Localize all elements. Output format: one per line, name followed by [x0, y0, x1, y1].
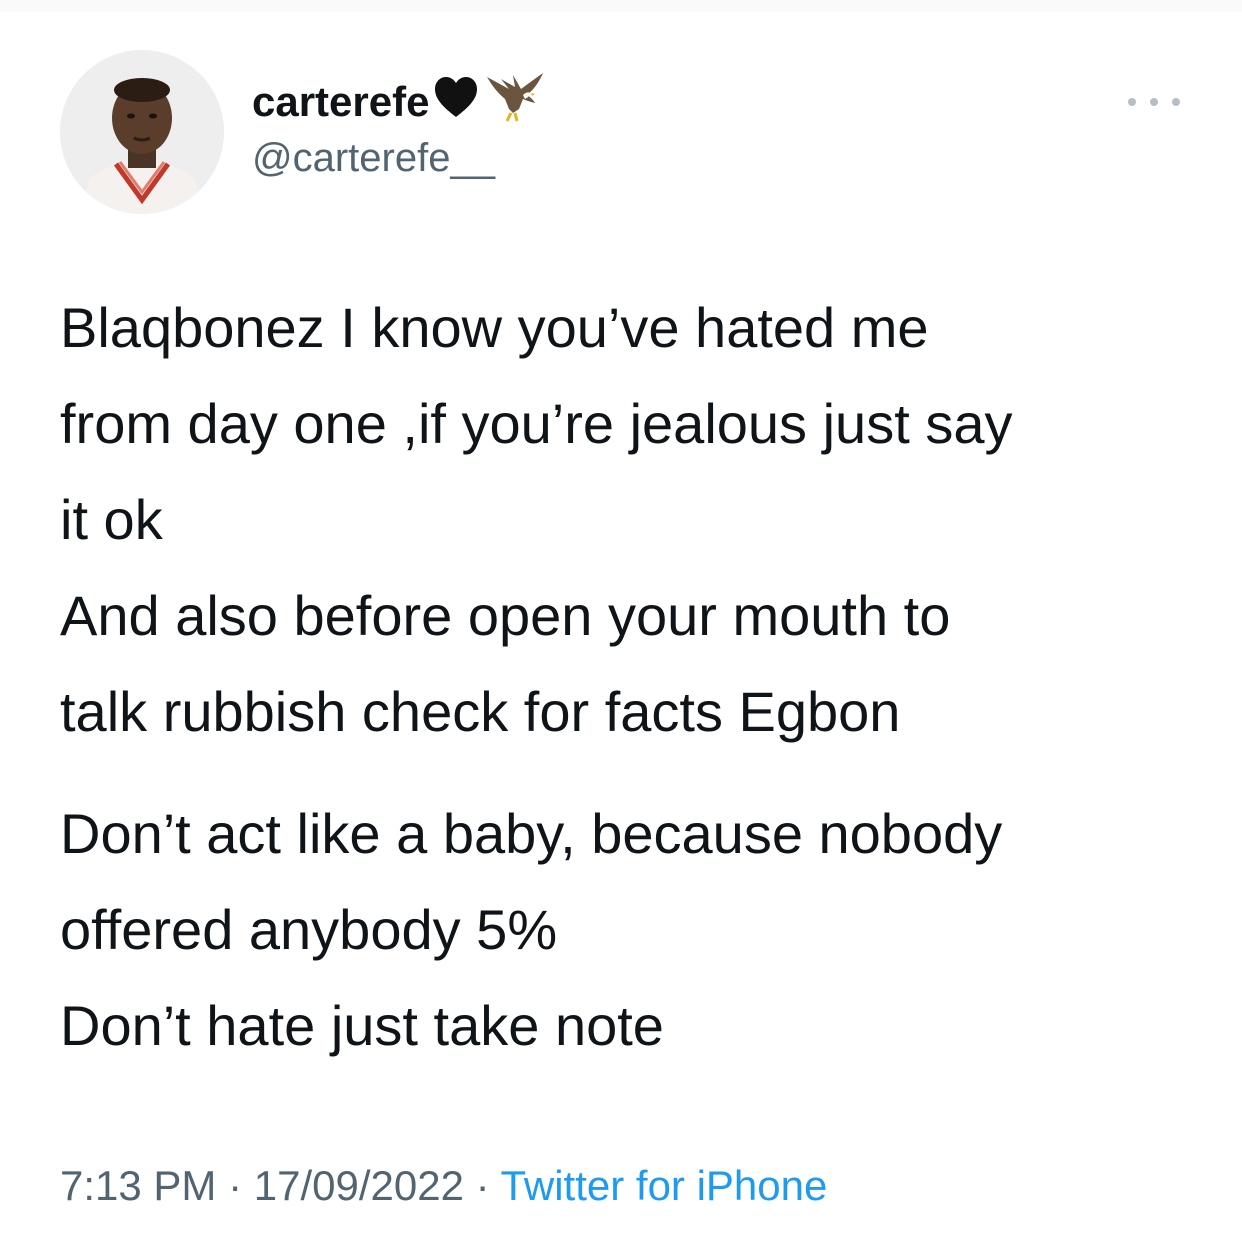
- profile-photo-icon: [60, 50, 224, 214]
- tweet-text: Blaqbonez I know you’ve hated me from da…: [60, 280, 1200, 1074]
- tweet-line: Blaqbonez I know you’ve hated me: [60, 296, 929, 359]
- more-dot: [1150, 98, 1158, 106]
- tweet-line: from day one ,if you’re jealous just say: [60, 392, 1013, 455]
- tweet-line: offered anybody 5%: [60, 898, 558, 961]
- tweet-line: And also before open your mouth to: [60, 584, 951, 647]
- top-strip: [0, 0, 1242, 12]
- meta-separator: ·: [463, 1162, 501, 1209]
- tweet-line: talk rubbish check for facts Egbon: [60, 680, 901, 743]
- tweet-meta: 7:13 PM · 17/09/2022 · Twitter for iPhon…: [60, 1156, 827, 1216]
- more-dot: [1172, 98, 1180, 106]
- author-display-name[interactable]: carterefe: [252, 73, 547, 130]
- ellipsis-icon[interactable]: [1128, 92, 1180, 112]
- black-heart-icon: [433, 75, 479, 129]
- tweet-line: Don’t hate just take note: [60, 994, 664, 1057]
- tweet-line: Don’t act like a baby, because nobody: [60, 802, 1003, 865]
- more-dot: [1128, 98, 1136, 106]
- tweet-time[interactable]: 7:13 PM: [60, 1162, 216, 1209]
- tweet-source-link[interactable]: Twitter for iPhone: [501, 1162, 828, 1209]
- display-name-text: carterefe: [252, 78, 430, 125]
- author-handle[interactable]: @carterefe__: [252, 136, 495, 181]
- meta-separator: ·: [216, 1162, 254, 1209]
- eagle-icon: [483, 69, 547, 135]
- tweet-line: it ok: [60, 488, 163, 551]
- avatar[interactable]: [60, 50, 224, 214]
- tweet-date[interactable]: 17/09/2022: [254, 1162, 464, 1209]
